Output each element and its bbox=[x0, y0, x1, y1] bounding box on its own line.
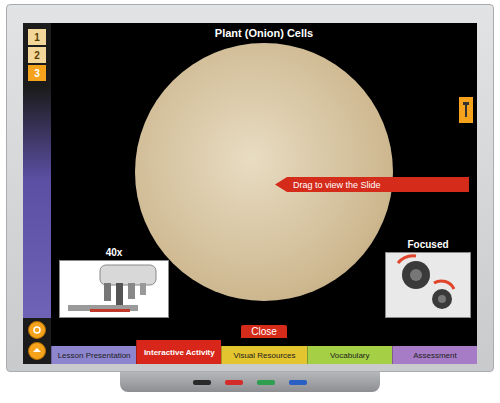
tab[interactable]: Visual Resources bbox=[221, 346, 306, 364]
page-tab[interactable]: 2 bbox=[28, 47, 46, 63]
page-tab[interactable]: 1 bbox=[28, 29, 46, 45]
pen[interactable] bbox=[257, 380, 275, 385]
stage: Drag to view the Slide 40x Focused Close bbox=[51, 41, 477, 340]
focus-label: Focused bbox=[407, 239, 448, 252]
focus-knob-icon bbox=[386, 253, 470, 317]
whiteboard: 123Plant (Onion) CellsDrag to view the S… bbox=[6, 4, 494, 372]
home-button[interactable] bbox=[28, 342, 46, 360]
home-icon bbox=[32, 346, 42, 356]
focus-panel: Focused bbox=[385, 239, 471, 318]
close-button[interactable]: Close bbox=[241, 325, 287, 338]
screen: 123Plant (Onion) CellsDrag to view the S… bbox=[23, 23, 477, 364]
magnification-panel: 40x bbox=[59, 247, 169, 318]
page-list: 1 2 3 bbox=[28, 23, 46, 81]
microscope-icon bbox=[60, 261, 168, 317]
title: Plant (Onion) Cells bbox=[51, 23, 477, 41]
page: 123Plant (Onion) CellsDrag to view the S… bbox=[0, 0, 500, 403]
wrench-icon bbox=[462, 101, 470, 119]
help-icon bbox=[32, 325, 42, 335]
pen[interactable] bbox=[289, 380, 307, 385]
pen-tray bbox=[120, 372, 380, 392]
tab[interactable]: Lesson Presentation bbox=[51, 346, 136, 364]
tab[interactable]: Interactive Activity bbox=[136, 340, 221, 364]
focus-knob-picture[interactable] bbox=[385, 252, 471, 318]
microscope-view[interactable] bbox=[135, 43, 393, 301]
tab[interactable]: Vocabulary bbox=[307, 346, 392, 364]
microscope-picture[interactable] bbox=[59, 260, 169, 318]
close-row: Close bbox=[51, 325, 477, 338]
pen[interactable] bbox=[193, 380, 211, 385]
pen[interactable] bbox=[225, 380, 243, 385]
main-area: Plant (Onion) CellsDrag to view the Slid… bbox=[51, 23, 477, 364]
drag-hint[interactable]: Drag to view the Slide bbox=[275, 177, 469, 192]
sidebar: 1 2 3 bbox=[23, 23, 51, 364]
sidebar-fill bbox=[23, 87, 51, 318]
magnification-label: 40x bbox=[106, 247, 123, 260]
page-tab[interactable]: 3 bbox=[28, 65, 46, 81]
help-button[interactable] bbox=[28, 321, 46, 339]
panel-handle[interactable] bbox=[459, 97, 473, 123]
tab[interactable]: Assessment bbox=[392, 346, 477, 364]
tab-bar: Lesson PresentationInteractive ActivityV… bbox=[51, 340, 477, 364]
